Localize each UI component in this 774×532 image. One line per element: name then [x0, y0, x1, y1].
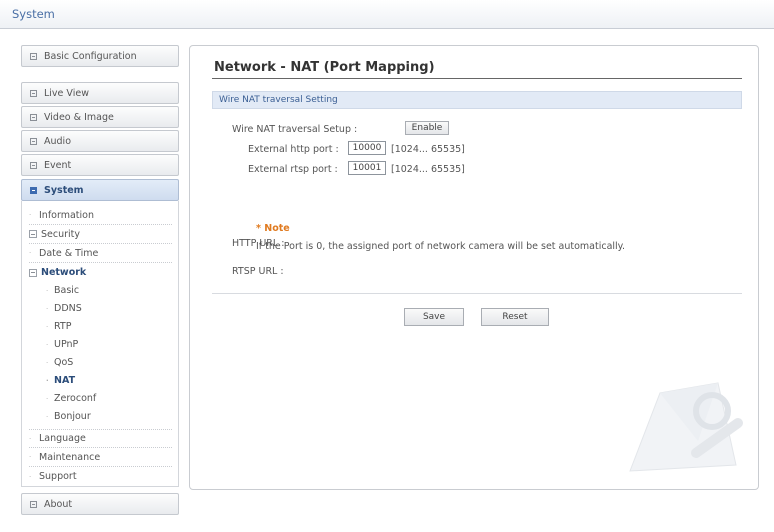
- square-icon: [30, 89, 37, 97]
- bullet-icon: ·: [29, 211, 32, 219]
- square-icon: [30, 52, 37, 60]
- nav-event[interactable]: Event: [21, 154, 179, 176]
- nav-label: Event: [44, 159, 72, 171]
- enable-button[interactable]: Enable: [405, 121, 449, 135]
- collapse-icon: [29, 268, 37, 277]
- subnav-label: Support: [39, 471, 77, 482]
- nav-label: Basic Configuration: [44, 50, 137, 62]
- nav-system[interactable]: System: [21, 179, 179, 201]
- form-divider: [212, 293, 742, 294]
- note-title: * Note: [256, 223, 290, 234]
- nav-label: System: [44, 184, 84, 196]
- leaf-label: Bonjour: [54, 411, 91, 422]
- subnav-label: Security: [41, 228, 81, 240]
- bullet-icon: ·: [46, 412, 49, 421]
- bullet-icon: ·: [46, 322, 49, 331]
- square-icon: [30, 186, 37, 194]
- bullet-icon: ·: [46, 286, 49, 295]
- bullet-icon: ·: [46, 376, 49, 385]
- rtsp-port-input[interactable]: 10001: [348, 161, 386, 175]
- nav-audio[interactable]: Audio: [21, 130, 179, 152]
- expand-icon: [29, 230, 37, 238]
- leaf-label: QoS: [54, 357, 74, 368]
- subnav-maintenance[interactable]: · Maintenance: [29, 448, 172, 467]
- network-item-upnp[interactable]: · UPnP: [46, 336, 78, 353]
- main-panel: Network - NAT (Port Mapping) Wire NAT tr…: [189, 45, 759, 490]
- bullet-icon: ·: [29, 434, 32, 443]
- leaf-label: NAT: [54, 375, 76, 386]
- reset-button[interactable]: Reset: [481, 308, 549, 326]
- subnav-label: Information: [39, 209, 94, 221]
- network-item-qos[interactable]: · QoS: [46, 354, 73, 371]
- bullet-icon: ·: [46, 304, 49, 313]
- rtsp-port-range: [1024... 65535]: [391, 164, 465, 175]
- subnav-network[interactable]: Network: [29, 263, 172, 282]
- nav-live-view[interactable]: Live View: [21, 82, 179, 104]
- http-port-input[interactable]: 10000: [348, 141, 386, 155]
- leaf-label: RTP: [54, 321, 72, 332]
- subnav-language[interactable]: · Language: [29, 429, 172, 448]
- subnav-information[interactable]: · Information: [29, 206, 172, 225]
- rtsp-url-label: RTSP URL :: [232, 266, 284, 277]
- network-item-nat[interactable]: · NAT: [46, 372, 75, 389]
- subnav-label: Maintenance: [39, 451, 101, 463]
- camera-watermark-icon: [629, 382, 743, 472]
- leaf-label: UPnP: [54, 339, 79, 350]
- bullet-icon: ·: [46, 358, 49, 367]
- nav-basic-configuration[interactable]: Basic Configuration: [21, 45, 179, 67]
- subnav-date-time[interactable]: · Date & Time: [29, 244, 172, 263]
- network-item-basic[interactable]: · Basic: [46, 282, 79, 299]
- nav-label: Audio: [44, 135, 72, 147]
- subnav-label: Language: [39, 433, 86, 444]
- app-title: System: [12, 7, 55, 21]
- title-divider: [212, 78, 742, 79]
- nav-video-image[interactable]: Video & Image: [21, 106, 179, 128]
- bullet-icon: ·: [29, 472, 32, 481]
- section-header: Wire NAT traversal Setting: [212, 91, 742, 109]
- bullet-icon: ·: [29, 249, 32, 257]
- network-item-ddns[interactable]: · DDNS: [46, 300, 82, 317]
- bullet-icon: ·: [46, 340, 49, 349]
- network-item-rtp[interactable]: · RTP: [46, 318, 71, 335]
- square-icon: [30, 500, 37, 508]
- rtsp-port-label: External rtsp port :: [248, 164, 338, 175]
- square-icon: [30, 113, 37, 121]
- network-item-bonjour[interactable]: · Bonjour: [46, 408, 91, 425]
- note-text: If the Port is 0, the assigned port of n…: [256, 241, 625, 252]
- nav-label: Video & Image: [44, 111, 114, 123]
- nav-label: About: [44, 498, 73, 510]
- leaf-label: Zeroconf: [54, 393, 97, 404]
- subnav-support[interactable]: · Support: [29, 467, 172, 486]
- http-port-range: [1024... 65535]: [391, 144, 465, 155]
- bullet-icon: ·: [29, 453, 32, 461]
- square-icon: [30, 137, 37, 145]
- page-title: Network - NAT (Port Mapping): [214, 60, 435, 75]
- top-bar: System: [0, 0, 774, 29]
- subnav-label: Date & Time: [39, 247, 99, 259]
- save-button[interactable]: Save: [404, 308, 464, 326]
- leaf-label: DDNS: [54, 303, 82, 314]
- nav-about[interactable]: About: [21, 493, 179, 515]
- nav-label: Live View: [44, 87, 89, 99]
- network-item-zeroconf[interactable]: · Zeroconf: [46, 390, 96, 407]
- subnav-security[interactable]: Security: [29, 225, 172, 244]
- leaf-label: Basic: [54, 285, 80, 296]
- http-url-label: HTTP URL :: [232, 238, 285, 249]
- bullet-icon: ·: [46, 394, 49, 403]
- http-port-label: External http port :: [248, 144, 339, 155]
- square-icon: [30, 161, 37, 169]
- subnav-label: Network: [41, 267, 87, 278]
- nat-setup-label: Wire NAT traversal Setup :: [232, 124, 358, 135]
- system-subnav: · Information Security · Date & Time Net…: [21, 201, 179, 487]
